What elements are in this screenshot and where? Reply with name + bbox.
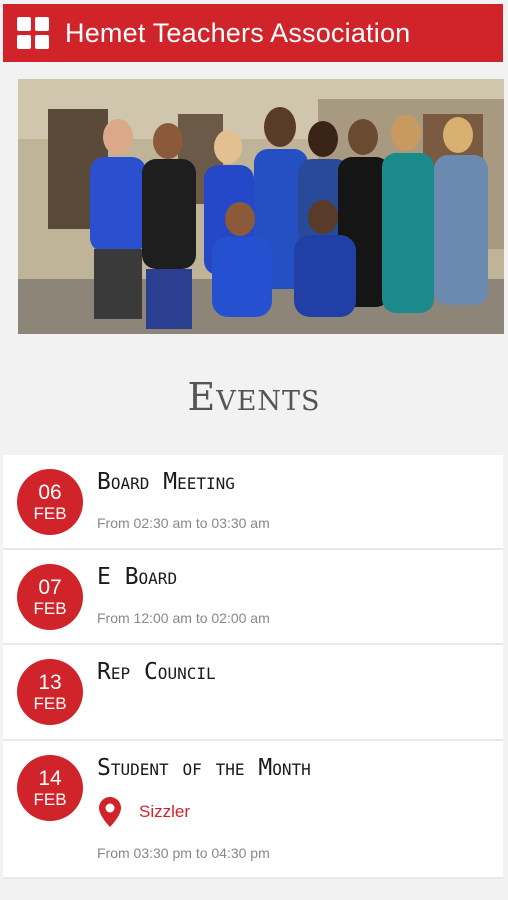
event-time: From 02:30 am to 03:30 am — [97, 515, 270, 531]
event-list: 06 FEB Board Meeting From 02:30 am to 03… — [3, 455, 503, 879]
event-day: 14 — [38, 767, 62, 790]
event-day: 13 — [38, 671, 62, 694]
event-card[interactable]: 14 FEB Student of the Month Sizzler From… — [3, 741, 503, 879]
event-month: FEB — [33, 790, 67, 809]
event-day: 06 — [38, 481, 62, 504]
event-title: Student of the Month — [97, 755, 311, 781]
group-photo — [18, 79, 504, 334]
app-title: Hemet Teachers Association — [65, 17, 411, 48]
event-title: Rep Council — [97, 659, 216, 685]
event-card[interactable]: 06 FEB Board Meeting From 02:30 am to 03… — [3, 455, 503, 550]
events-heading: Events — [187, 375, 321, 419]
event-day: 07 — [38, 576, 62, 599]
grid-menu-icon[interactable] — [17, 17, 49, 49]
event-location[interactable]: Sizzler — [99, 797, 190, 827]
event-month: FEB — [33, 694, 67, 713]
date-badge: 06 FEB — [17, 469, 83, 535]
app-screen: Hemet Teachers Association Events 06 FEB… — [0, 0, 508, 900]
app-header: Hemet Teachers Association — [3, 4, 503, 62]
date-badge: 13 FEB — [17, 659, 83, 725]
location-label: Sizzler — [139, 802, 191, 821]
map-pin-icon — [99, 797, 121, 827]
date-badge: 14 FEB — [17, 755, 83, 821]
date-badge: 07 FEB — [17, 564, 83, 630]
event-time: From 12:00 am to 02:00 am — [97, 610, 270, 626]
event-month: FEB — [33, 599, 67, 618]
event-card[interactable]: 07 FEB E Board From 12:00 am to 02:00 am — [3, 550, 503, 645]
event-card[interactable]: 13 FEB Rep Council — [3, 645, 503, 741]
event-title: Board Meeting — [97, 469, 235, 495]
event-month: FEB — [33, 504, 67, 523]
event-time: From 03:30 pm to 04:30 pm — [97, 845, 270, 861]
event-title: E Board — [97, 564, 178, 590]
